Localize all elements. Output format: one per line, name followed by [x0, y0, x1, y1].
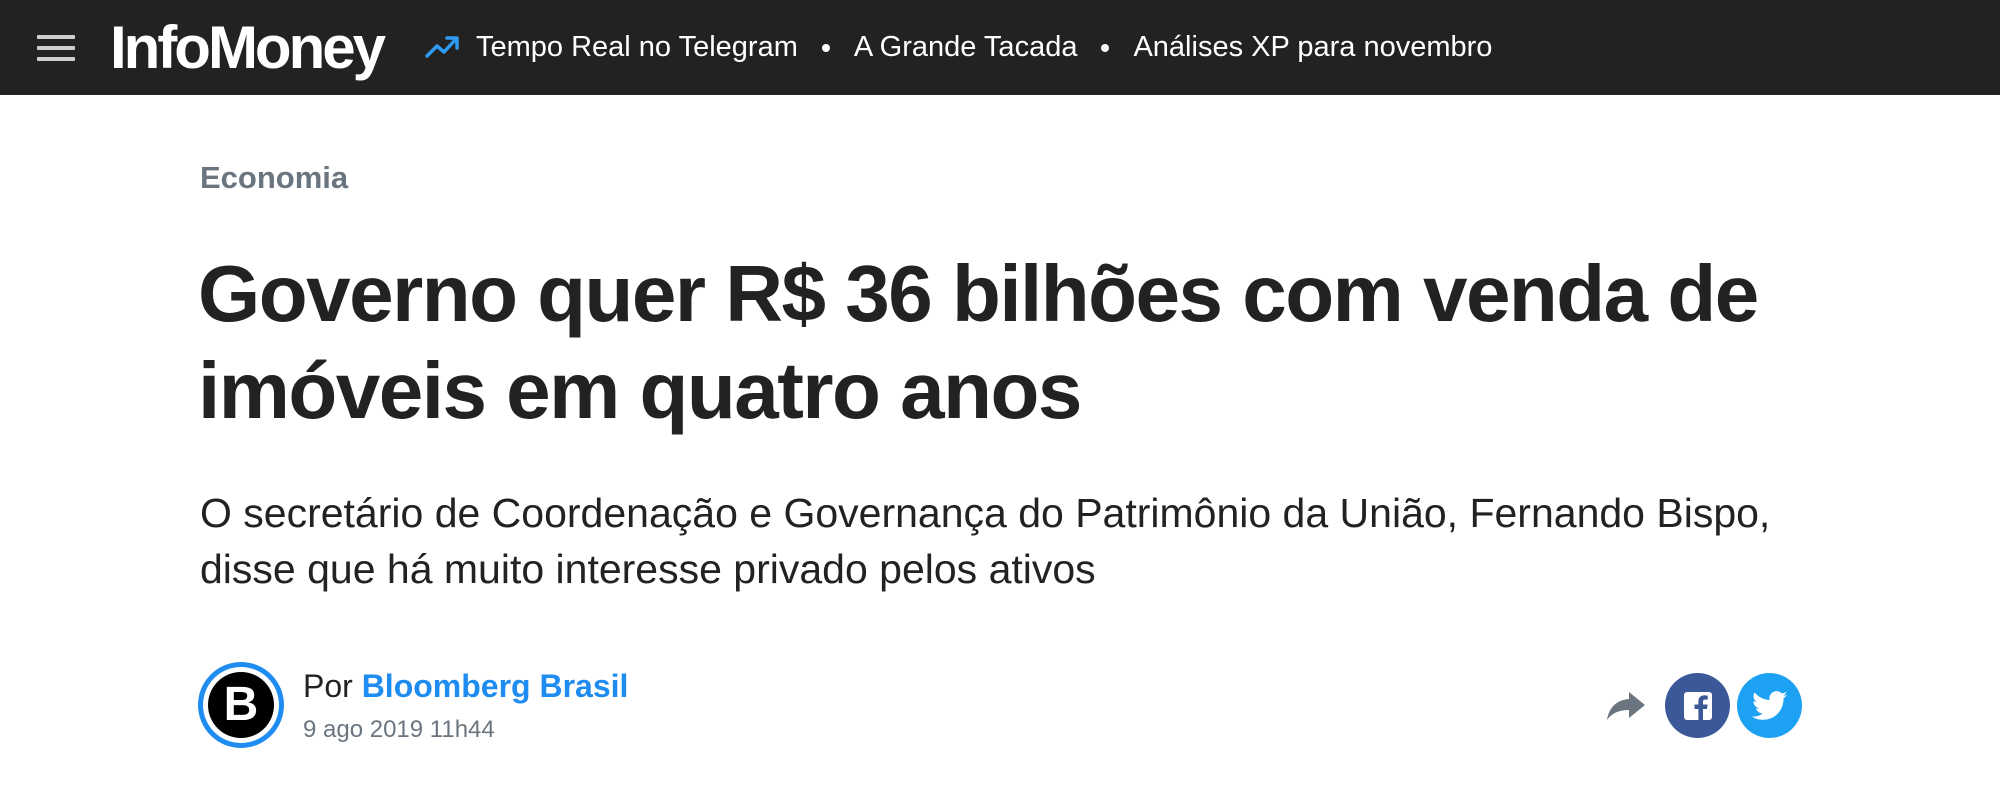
- article-subtitle: O secretário de Coordenação e Governança…: [200, 490, 1771, 592]
- trending-up-icon: [425, 36, 459, 58]
- nav-separator: [821, 43, 830, 52]
- publish-date: 9 ago 2019 11h44: [303, 716, 495, 743]
- twitter-icon: [1751, 690, 1787, 720]
- twitter-share-button[interactable]: [1737, 673, 1802, 738]
- nav-link-analises-xp[interactable]: Análises XP para novembro: [1133, 31, 1492, 64]
- article-headline: Governo quer R$ 36 bilhões com venda de …: [198, 249, 1759, 435]
- facebook-icon: [1683, 691, 1712, 720]
- nav-link-telegram[interactable]: Tempo Real no Telegram: [476, 31, 798, 64]
- byline-prefix: Por: [303, 668, 353, 704]
- hamburger-menu-icon[interactable]: [37, 35, 75, 61]
- share-arrow-icon[interactable]: [1605, 688, 1647, 722]
- top-navigation-bar: InfoMoney Tempo Real no Telegram A Grand…: [0, 0, 2000, 95]
- trending-nav: Tempo Real no Telegram A Grande Tacada A…: [476, 0, 1492, 95]
- author-avatar[interactable]: B: [198, 662, 284, 748]
- author-name-link[interactable]: Bloomberg Brasil: [362, 668, 629, 704]
- infomoney-logo[interactable]: InfoMoney: [110, 14, 386, 82]
- author-avatar-letter: B: [208, 672, 274, 738]
- nav-separator: [1101, 43, 1110, 52]
- nav-link-grande-tacada[interactable]: A Grande Tacada: [854, 31, 1078, 64]
- article-category[interactable]: Economia: [200, 160, 348, 196]
- facebook-share-button[interactable]: [1665, 673, 1730, 738]
- author-byline: Por Bloomberg Brasil: [303, 668, 628, 705]
